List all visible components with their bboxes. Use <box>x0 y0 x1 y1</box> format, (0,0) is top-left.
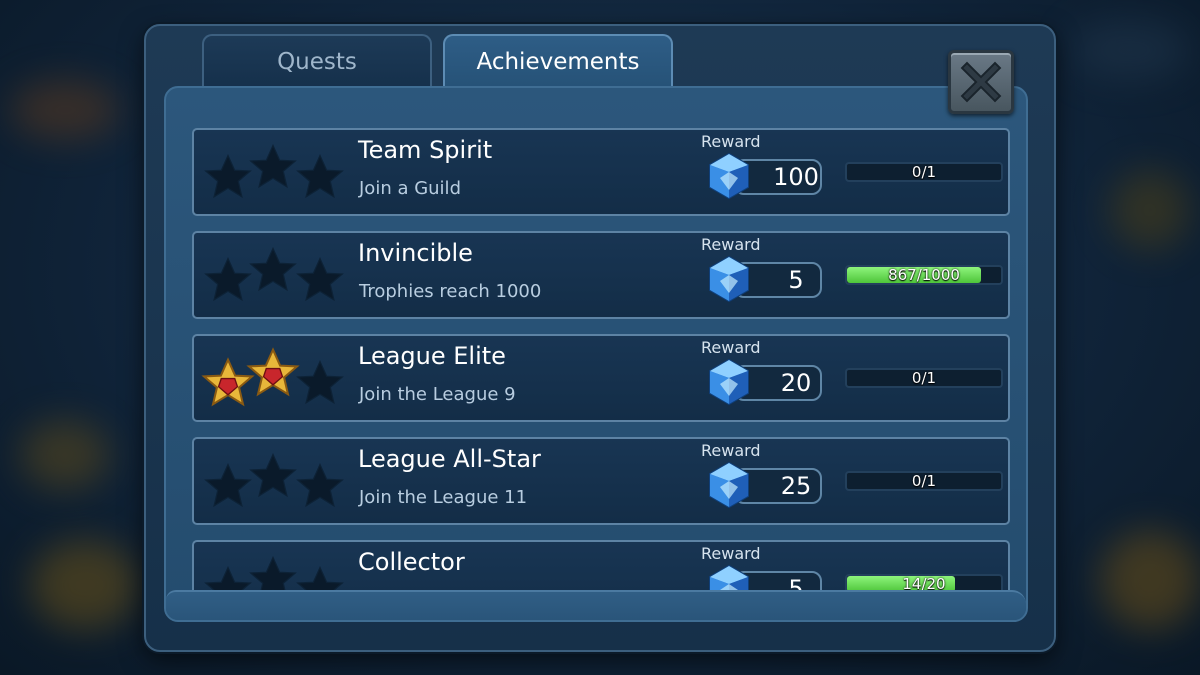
reward-label: Reward <box>701 132 761 151</box>
achievement-description: Join a Guild <box>359 178 461 199</box>
star-earned-icon <box>201 357 255 407</box>
achievement-description: Join the League 11 <box>359 487 528 508</box>
achievement-title: Collector <box>358 548 465 576</box>
list-bottom-edge <box>166 590 1026 620</box>
star-rating <box>201 347 344 407</box>
gem-icon <box>709 152 749 200</box>
star-empty-icon <box>296 256 344 302</box>
achievement-row: League Elite Join the League 9 Reward 20… <box>192 334 1010 422</box>
progress-text: 0/1 <box>911 369 937 387</box>
background-blob <box>1100 530 1200 630</box>
achievement-row: Invincible Trophies reach 1000 Reward 5 … <box>192 231 1010 319</box>
achievement-title: Team Spirit <box>358 136 493 164</box>
achievement-title: Invincible <box>358 239 473 267</box>
progress-text: 867/1000 <box>888 266 960 284</box>
tab-achievements[interactable]: Achievements <box>443 34 673 88</box>
reward-label: Reward <box>701 235 761 254</box>
gem-icon <box>709 255 749 303</box>
achievement-title: League All-Star <box>358 445 541 473</box>
background-blob <box>20 420 110 490</box>
tab-quests[interactable]: Quests <box>202 34 432 88</box>
achievement-row: League All-Star Join the League 11 Rewar… <box>192 437 1010 525</box>
progress-bar: 0/1 <box>845 162 1003 182</box>
star-empty-icon <box>296 153 344 199</box>
star-empty-icon <box>296 462 344 508</box>
star-empty-icon <box>249 246 297 292</box>
gem-icon <box>709 358 749 406</box>
star-rating <box>204 143 344 199</box>
progress-text: 0/1 <box>911 472 937 490</box>
star-earned-icon <box>246 347 300 397</box>
progress-text: 0/1 <box>911 163 937 181</box>
star-empty-icon <box>204 462 252 508</box>
background-blob <box>10 80 120 140</box>
star-empty-icon <box>296 359 344 405</box>
achievement-list[interactable]: Team Spirit Join a Guild Reward 100 0/1 … <box>164 86 1028 622</box>
star-empty-icon <box>204 256 252 302</box>
reward-label: Reward <box>701 441 761 460</box>
star-rating <box>204 452 344 508</box>
star-rating <box>204 246 344 302</box>
star-empty-icon <box>249 143 297 189</box>
achievement-row: Team Spirit Join a Guild Reward 100 0/1 <box>192 128 1010 216</box>
close-button[interactable] <box>948 50 1014 114</box>
close-icon <box>960 61 1002 103</box>
background-blob <box>1070 20 1190 80</box>
star-empty-icon <box>249 452 297 498</box>
reward-label: Reward <box>701 338 761 357</box>
progress-bar: 0/1 <box>845 368 1003 388</box>
achievement-description: Trophies reach 1000 <box>359 281 542 302</box>
star-empty-icon <box>204 153 252 199</box>
progress-bar: 867/1000 <box>845 265 1003 285</box>
gem-icon <box>709 461 749 509</box>
achievement-description: Join the League 9 <box>359 384 516 405</box>
reward-label: Reward <box>701 544 761 563</box>
progress-bar: 0/1 <box>845 471 1003 491</box>
background-blob <box>1110 170 1190 250</box>
background-blob <box>30 540 140 630</box>
achievement-title: League Elite <box>358 342 506 370</box>
